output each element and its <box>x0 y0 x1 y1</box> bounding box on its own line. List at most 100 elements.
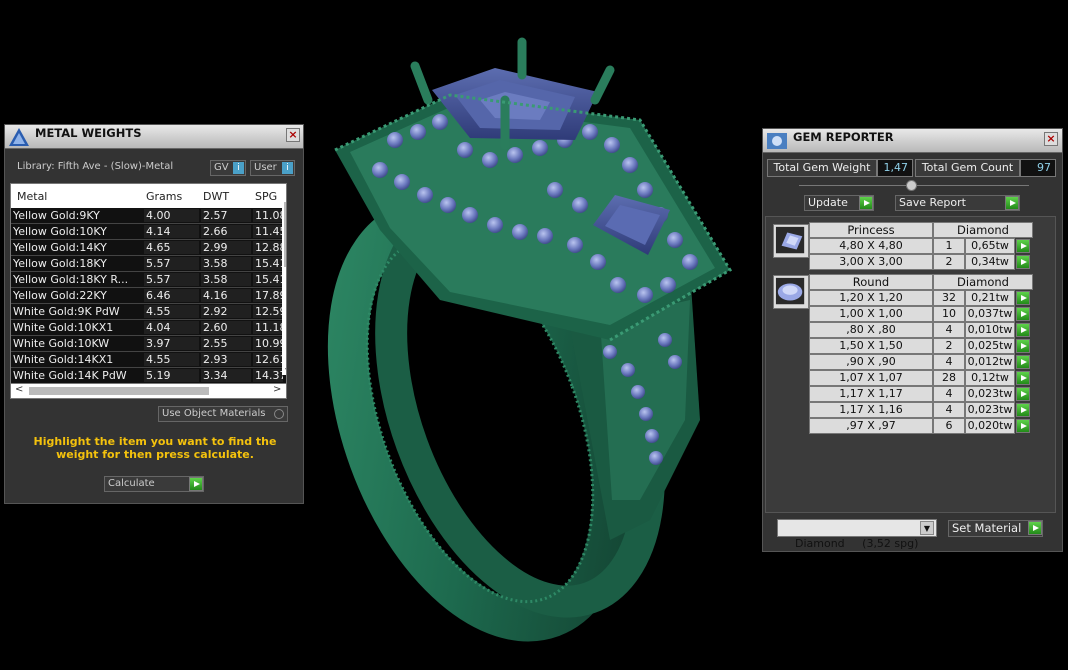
grams-cell: 6.46 <box>144 289 199 302</box>
gem-count-cell: 28 <box>933 370 965 386</box>
metal-table-row[interactable]: White Gold:14K PdW 5.193.3414.37 <box>11 368 286 384</box>
metal-weights-panel: METAL WEIGHTS × Library: Fifth Ave - (Sl… <box>4 124 304 504</box>
metal-table-row[interactable]: Yellow Gold:14KY 4.652.9912.88 <box>11 240 286 256</box>
grams-cell: 5.57 <box>144 257 199 270</box>
metal-table-row[interactable]: Yellow Gold:18KY 5.573.5815.41 <box>11 256 286 272</box>
metal-table-row[interactable]: White Gold:9K PdW 4.552.9212.59 <box>11 304 286 320</box>
gem-row-go-icon[interactable] <box>1016 291 1030 305</box>
gv-toggle[interactable]: GV i <box>210 160 246 176</box>
3d-viewport[interactable] <box>300 0 760 667</box>
hscroll-thumb[interactable] <box>29 387 209 395</box>
col-dwt[interactable]: DWT <box>203 190 229 203</box>
gem-count-cell: 1 <box>933 238 965 254</box>
col-grams[interactable]: Grams <box>146 190 182 203</box>
metal-table-vscrollbar[interactable]: ^ v <box>282 184 286 376</box>
metal-name-cell: White Gold:14K PdW <box>13 369 127 382</box>
metal-table-row[interactable]: White Gold:14KX1 4.552.9312.61 <box>11 352 286 368</box>
material-select[interactable]: Diamond (3,52 spg) ▼ <box>777 519 937 550</box>
gem-row-go-icon[interactable] <box>1016 419 1030 433</box>
metal-table-row[interactable]: White Gold:10KW 3.972.5510.99 <box>11 336 286 352</box>
princess-material-header: Diamond <box>933 222 1033 238</box>
spg-cell: 14.37 <box>253 369 283 382</box>
gem-size-cell: ,90 X ,90 <box>809 354 933 370</box>
spg-cell: 15.41 <box>253 257 283 270</box>
metal-weights-logo-icon <box>9 128 29 146</box>
metal-table-hscrollbar[interactable]: < > <box>10 383 287 399</box>
metal-weights-close-icon[interactable]: × <box>286 128 300 142</box>
gem-row-go-icon[interactable] <box>1016 323 1030 337</box>
gem-row-go-icon[interactable] <box>1016 403 1030 417</box>
gem-row-go-icon[interactable] <box>1016 387 1030 401</box>
metal-name-cell: White Gold:9K PdW <box>13 305 120 318</box>
metal-table-row[interactable]: White Gold:10KX1 4.042.6011.18 <box>11 320 286 336</box>
set-material-go-icon <box>1028 521 1042 535</box>
set-material-button[interactable]: Set Material <box>948 520 1043 537</box>
save-report-button[interactable]: Save Report <box>895 195 1020 211</box>
gem-reporter-titlebar[interactable]: GEM REPORTER × <box>763 129 1062 153</box>
spg-cell: 17.89 <box>253 289 283 302</box>
library-label: Library: Fifth Ave - (Slow)-Metal <box>17 161 174 172</box>
gem-weight-cell: 0,012tw <box>965 354 1015 370</box>
metal-table-row[interactable]: Yellow Gold:9KY 4.002.5711.08 <box>11 208 286 224</box>
dwt-cell: 3.58 <box>201 273 251 286</box>
metal-name-cell: White Gold:10KW <box>13 337 110 350</box>
scroll-thumb[interactable] <box>284 202 286 267</box>
spg-cell: 15.41 <box>253 273 283 286</box>
col-metal[interactable]: Metal <box>17 190 47 203</box>
princess-shape-header: Princess <box>809 222 933 238</box>
metal-table-row[interactable]: Yellow Gold:10KY 4.142.6611.45 <box>11 224 286 240</box>
update-go-icon <box>859 196 873 210</box>
total-gem-count-label: Total Gem Count <box>915 159 1020 177</box>
spg-cell: 12.88 <box>253 241 283 254</box>
scroll-left-icon[interactable]: < <box>15 384 23 395</box>
grams-cell: 4.55 <box>144 305 199 318</box>
princess-gem-icon <box>775 226 805 254</box>
dwt-cell: 4.16 <box>201 289 251 302</box>
metal-name-cell: Yellow Gold:18KY R... <box>13 273 129 286</box>
checkbox-icon <box>274 409 284 419</box>
gem-count-cell: 4 <box>933 402 965 418</box>
update-button[interactable]: Update <box>804 195 874 211</box>
user-toggle[interactable]: User i <box>250 160 295 176</box>
spg-cell: 12.61 <box>253 353 283 366</box>
divider-handle[interactable] <box>906 180 917 191</box>
round-gem-thumbnail[interactable] <box>773 275 809 309</box>
gem-size-cell: 1,50 X 1,50 <box>809 338 933 354</box>
metal-weights-title: METAL WEIGHTS <box>35 126 142 140</box>
gem-reporter-logo-icon <box>767 133 787 149</box>
metal-table-row[interactable]: Yellow Gold:22KY 6.464.1617.89 <box>11 288 286 304</box>
gem-row-go-icon[interactable] <box>1016 371 1030 385</box>
gem-row-go-icon[interactable] <box>1016 307 1030 321</box>
scroll-down-icon[interactable]: v <box>285 366 286 376</box>
chevron-down-icon[interactable]: ▼ <box>920 521 934 535</box>
gem-count-cell: 4 <box>933 354 965 370</box>
gem-reporter-close-icon[interactable]: × <box>1044 132 1058 146</box>
dwt-cell: 2.55 <box>201 337 251 350</box>
ring-model <box>327 37 733 642</box>
calculate-button[interactable]: Calculate <box>104 476 204 492</box>
grams-cell: 4.00 <box>144 209 199 222</box>
gem-row-go-icon[interactable] <box>1016 339 1030 353</box>
gem-row-go-icon[interactable] <box>1016 255 1030 269</box>
dwt-cell: 3.34 <box>201 369 251 382</box>
use-object-materials-checkbox[interactable]: Use Object Materials <box>158 406 288 422</box>
metal-table-header: Metal Grams DWT SPG <box>11 184 286 208</box>
scroll-right-icon[interactable]: > <box>273 384 281 395</box>
spg-cell: 11.08 <box>253 209 283 222</box>
gem-count-cell: 2 <box>933 338 965 354</box>
dwt-cell: 2.57 <box>201 209 251 222</box>
gem-row-go-icon[interactable] <box>1016 239 1030 253</box>
gem-weight-cell: 0,023tw <box>965 402 1015 418</box>
gem-size-cell: 1,00 X 1,00 <box>809 306 933 322</box>
gem-row-go-icon[interactable] <box>1016 355 1030 369</box>
user-info-icon: i <box>282 162 293 174</box>
col-spg[interactable]: SPG <box>255 190 277 203</box>
metal-table-row[interactable]: Yellow Gold:18KY R... 5.573.5815.41 <box>11 272 286 288</box>
scroll-up-icon[interactable]: ^ <box>285 188 286 198</box>
metal-table[interactable]: Metal Grams DWT SPG Yellow Gold:9KY 4.00 2… <box>10 183 287 385</box>
spg-cell: 10.99 <box>253 337 283 350</box>
total-gem-count-value: 97 <box>1020 159 1056 177</box>
metal-weights-titlebar[interactable]: METAL WEIGHTS × <box>5 125 303 149</box>
metal-name-cell: Yellow Gold:14KY <box>13 241 107 254</box>
princess-gem-thumbnail[interactable] <box>773 224 809 258</box>
